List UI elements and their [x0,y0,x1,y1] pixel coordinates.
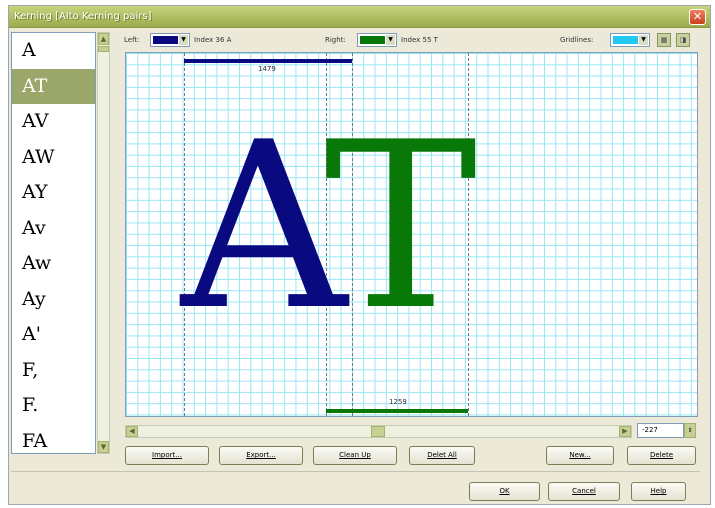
list-item-pair[interactable]: F, [12,353,95,389]
right-index-text: Index 55 T [401,36,438,44]
scroll-up-icon[interactable]: ▲ [98,33,109,45]
footer-divider [11,471,700,472]
list-item-pair[interactable]: AV [12,104,95,140]
scroll-left-icon[interactable]: ◀ [126,426,138,437]
import-button[interactable]: Import... [125,446,209,465]
left-color-label: Left: [124,36,140,44]
cancel-button[interactable]: Cancel [548,482,620,501]
gridlines-color-swatch [613,36,638,44]
left-glyph-width: 1479 [258,65,276,73]
right-color-dropdown[interactable]: ▼ [357,33,397,47]
list-item-pair[interactable]: FA [12,424,95,454]
window-title: Kerning [Alto Kerning pairs] [14,11,152,22]
right-glyph-width-bar [326,409,468,413]
list-item-pair[interactable]: F. [12,388,95,424]
kerning-value-input[interactable]: -227 [637,423,684,438]
grid-view-icon[interactable]: ▦ [657,33,671,47]
gridlines-label: Gridlines: [560,36,594,44]
new-button[interactable]: New... [546,446,614,465]
chevron-down-icon: ▼ [179,35,188,45]
delete-button[interactable]: Delete [627,446,696,465]
list-item-pair[interactable]: Aw [12,246,95,282]
gridlines-color-dropdown[interactable]: ▼ [610,33,650,47]
pair-list-scrollbar[interactable]: ▲ ▼ [97,32,110,454]
list-item-pair[interactable]: AY [12,175,95,211]
kerning-preview-canvas[interactable]: 1479 1259 A T [125,52,698,417]
title-bar[interactable]: Kerning [Alto Kerning pairs] ✕ [9,6,710,28]
list-item-pair-selected[interactable]: AT [12,68,95,104]
spinner-icon[interactable]: ⇕ [684,423,696,438]
chevron-down-icon: ▼ [386,35,395,45]
scroll-down-icon[interactable]: ▼ [98,441,109,453]
export-button[interactable]: Export... [219,446,303,465]
list-item-pair[interactable]: A' [12,317,95,353]
right-color-swatch [360,36,385,44]
kerning-slider-thumb[interactable] [371,426,385,437]
delete-all-button[interactable]: Delet All [409,446,475,465]
kerning-pair-list[interactable]: A AT AV AW AY Av Aw Ay A' F, F. FA [11,32,96,454]
left-glyph-width-bar [184,59,352,63]
left-color-dropdown[interactable]: ▼ [150,33,190,47]
kerning-scrollbar[interactable]: ◀ ▶ [125,425,632,438]
scroll-thumb[interactable] [98,46,109,52]
list-item-pair[interactable]: AW [12,140,95,176]
right-color-label: Right: [325,36,346,44]
close-icon[interactable]: ✕ [689,9,706,25]
left-glyph[interactable]: A [181,113,347,343]
scroll-right-icon[interactable]: ▶ [619,426,631,437]
list-item-pair[interactable]: Av [12,211,95,247]
chevron-down-icon: ▼ [639,35,648,45]
left-color-swatch [153,36,178,44]
left-index-text: Index 36 A [194,36,232,44]
clean-up-button[interactable]: Clean Up [313,446,397,465]
list-item-pair[interactable]: Ay [12,282,95,318]
right-glyph[interactable]: T [324,113,477,343]
ok-button[interactable]: OK [469,482,540,501]
outline-view-icon[interactable]: ◨ [676,33,690,47]
help-button[interactable]: Help [631,482,686,501]
list-item-pair[interactable]: A [12,33,95,69]
right-glyph-width: 1259 [389,398,407,406]
